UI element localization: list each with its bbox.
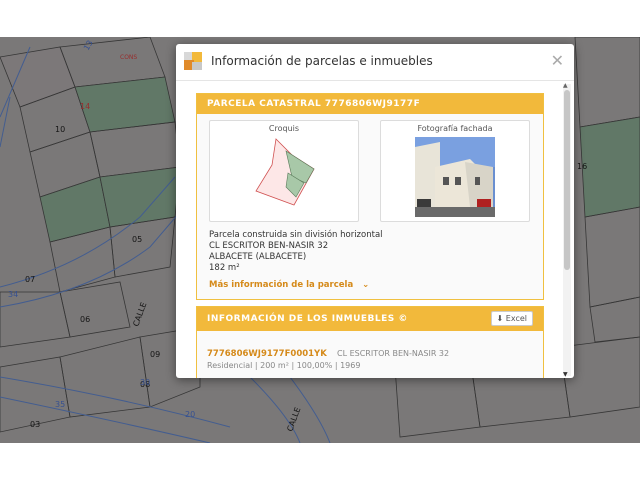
property-address: CL ESCRITOR BEN-NASIR 32 [337, 349, 450, 358]
parcel-panel-header: PARCELA CATASTRAL 7776806WJ9177F [197, 94, 543, 114]
parcel-panel: PARCELA CATASTRAL 7776806WJ9177F Croquis… [196, 93, 544, 300]
excel-label: Excel [505, 314, 527, 323]
excel-export-button[interactable]: ⬇ Excel [490, 311, 533, 326]
sketch-box[interactable]: Croquis [209, 120, 359, 222]
scroll-up-icon[interactable]: ▲ [563, 82, 568, 89]
scrollbar-thumb[interactable] [564, 90, 570, 270]
dialog-header: Información de parcelas e inmuebles ✕ [176, 44, 574, 81]
download-icon: ⬇ [496, 314, 504, 323]
close-icon[interactable]: ✕ [551, 51, 564, 70]
dialog-body[interactable]: PARCELA CATASTRAL 7776806WJ9177F Croquis… [176, 81, 574, 378]
property-meta: Residencial | 200 m² | 100,00% | 1969 [207, 361, 361, 370]
dialog-scrollbar[interactable]: ▲ ▼ [563, 82, 571, 378]
property-ref-link[interactable]: 7776806WJ9177F0001YK [207, 349, 327, 359]
chevron-down-icon: ⌄ [362, 280, 370, 290]
parcel-address: CL ESCRITOR BEN-NASIR 32 [209, 241, 329, 251]
facade-photo-box[interactable]: Fotografía fachada [380, 120, 530, 222]
parcel-info: Parcela construida sin división horizont… [209, 230, 383, 274]
facade-photo [415, 137, 495, 217]
more-parcel-info-label: Más información de la parcela [209, 280, 354, 290]
screen: { "modal": { "title": "Información de pa… [0, 0, 640, 480]
properties-panel-title: INFORMACIÓN DE LOS INMUEBLES © [207, 314, 408, 324]
parcel-area: 182 m² [209, 263, 240, 273]
scroll-down-icon[interactable]: ▼ [563, 371, 568, 378]
photo-title: Fotografía fachada [417, 124, 493, 133]
dialog-title: Información de parcelas e inmuebles [211, 54, 433, 68]
parcel-info-dialog: Información de parcelas e inmuebles ✕ PA… [176, 44, 574, 378]
more-parcel-info-link[interactable]: Más información de la parcela ⌄ [209, 280, 369, 290]
properties-panel: INFORMACIÓN DE LOS INMUEBLES © ⬇ Excel 7… [196, 306, 544, 378]
parcel-municipality: ALBACETE (ALBACETE) [209, 252, 307, 262]
cadastre-logo-icon [184, 52, 202, 70]
parcel-type: Parcela construida sin división horizont… [209, 230, 383, 240]
parcel-sketch [255, 138, 315, 206]
